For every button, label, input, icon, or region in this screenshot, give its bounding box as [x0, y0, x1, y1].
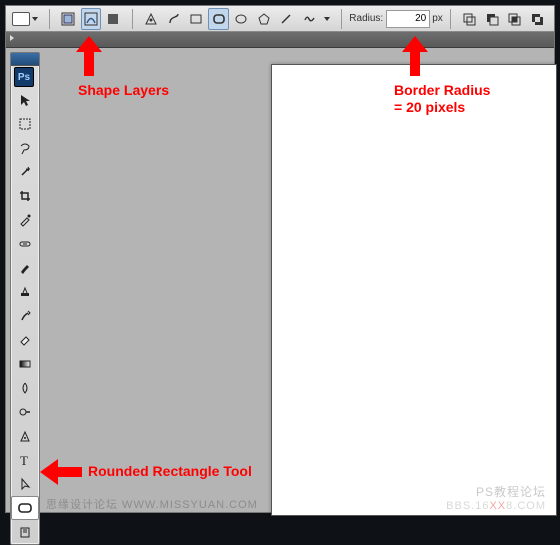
blur-tool-icon[interactable]: [11, 376, 39, 400]
gradient-tool-icon[interactable]: [11, 352, 39, 376]
healing-brush-tool-icon[interactable]: [11, 232, 39, 256]
polygon-tool-icon[interactable]: [254, 8, 275, 30]
shape-options-dropdown[interactable]: [324, 17, 330, 21]
annotation-border-radius-2: = 20 pixels: [394, 99, 465, 115]
rounded-rectangle-tool-icon[interactable]: [11, 496, 39, 520]
annotation-rounded-rect: Rounded Rectangle Tool: [88, 463, 252, 479]
watermark-right-2: BBS.16XX8.COM: [446, 500, 546, 512]
separator: [49, 9, 50, 29]
svg-text:T: T: [20, 453, 28, 467]
app-logo: Ps: [11, 66, 37, 88]
combine-intersect-icon[interactable]: [504, 8, 525, 30]
radius-label: Radius:: [349, 13, 383, 24]
combine-subtract-icon[interactable]: [481, 8, 502, 30]
eyedropper-tool-icon[interactable]: [11, 208, 39, 232]
tools-panel-header[interactable]: [11, 53, 39, 66]
document-canvas[interactable]: [271, 64, 557, 516]
magic-wand-tool-icon[interactable]: [11, 160, 39, 184]
line-tool-icon[interactable]: [276, 8, 297, 30]
pen-tool-icon[interactable]: [11, 424, 39, 448]
tools-panel: Ps T: [10, 52, 40, 545]
radius-unit: px: [432, 13, 443, 24]
paths-mode-button[interactable]: [81, 8, 102, 30]
arrow-icon: [72, 36, 106, 78]
options-bar: Radius: px: [6, 6, 554, 32]
panel-expand-icon[interactable]: [10, 35, 18, 43]
fill-pixels-mode-button[interactable]: [103, 8, 124, 30]
eraser-tool-icon[interactable]: [11, 328, 39, 352]
notes-tool-icon[interactable]: [11, 520, 39, 544]
dodge-tool-icon[interactable]: [11, 400, 39, 424]
shape-layers-mode-button[interactable]: [58, 8, 79, 30]
watermark-left: 思缘设计论坛 WWW.MISSYUAN.COM: [46, 496, 258, 512]
lasso-tool-icon[interactable]: [11, 136, 39, 160]
separator: [450, 9, 451, 29]
tool-preset-dropdown[interactable]: [12, 12, 38, 26]
custom-shape-tool-icon[interactable]: [299, 8, 320, 30]
radius-input[interactable]: [386, 10, 430, 28]
rectangle-tool-icon[interactable]: [186, 8, 207, 30]
separator: [132, 9, 133, 29]
chevron-down-icon: [32, 17, 38, 21]
marquee-tool-icon[interactable]: [11, 112, 39, 136]
separator: [341, 9, 342, 29]
annotation-border-radius-1: Border Radius: [394, 82, 490, 98]
arrow-icon: [40, 456, 84, 488]
history-brush-tool-icon[interactable]: [11, 304, 39, 328]
annotation-shape-layers: Shape Layers: [78, 82, 169, 98]
app-window: Radius: px Ps T: [5, 5, 555, 513]
combine-add-icon[interactable]: [459, 8, 480, 30]
arrow-icon: [398, 36, 432, 78]
ellipse-tool-icon[interactable]: [231, 8, 252, 30]
pen-tool-icon[interactable]: [141, 8, 162, 30]
path-selection-tool-icon[interactable]: [11, 472, 39, 496]
brush-tool-icon[interactable]: [11, 256, 39, 280]
clone-stamp-tool-icon[interactable]: [11, 280, 39, 304]
combine-exclude-icon[interactable]: [526, 8, 547, 30]
watermark-right-1: PS教程论坛: [476, 483, 546, 500]
freeform-pen-icon[interactable]: [163, 8, 184, 30]
rounded-rect-icon: [12, 12, 30, 26]
move-tool-icon[interactable]: [11, 88, 39, 112]
rounded-rectangle-tool-icon[interactable]: [208, 8, 229, 30]
crop-tool-icon[interactable]: [11, 184, 39, 208]
type-tool-icon[interactable]: T: [11, 448, 39, 472]
